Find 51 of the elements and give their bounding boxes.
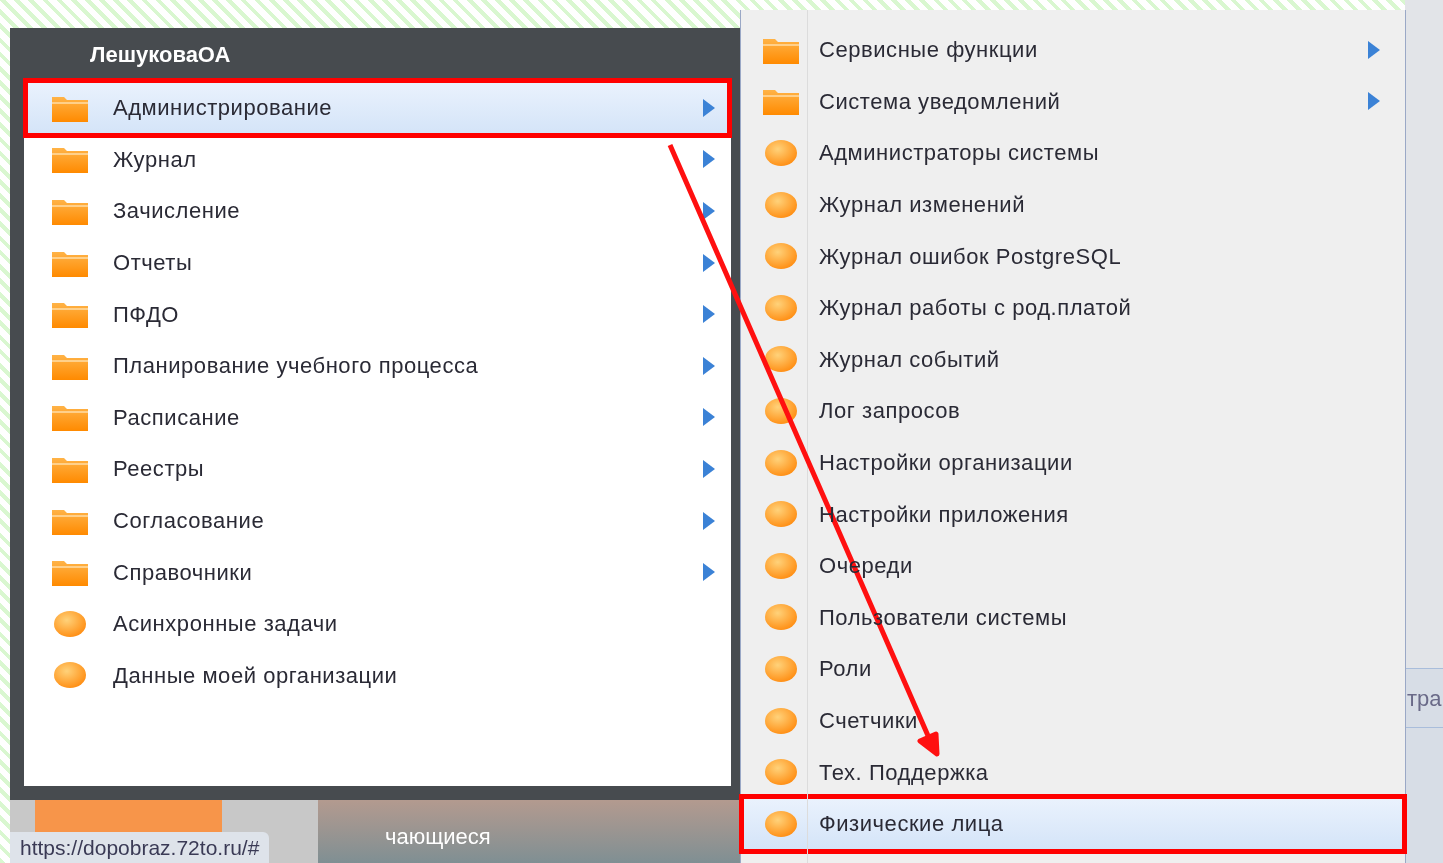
submenu-arrow-icon bbox=[702, 201, 716, 221]
menu-item[interactable]: Согласование bbox=[27, 494, 728, 547]
menu-item[interactable]: Система уведомлений bbox=[743, 75, 1403, 128]
bullet-icon bbox=[764, 189, 798, 220]
submenu-arrow-icon bbox=[702, 510, 716, 531]
submenu-arrow-icon bbox=[702, 304, 716, 325]
menu-item[interactable]: Журнал событий bbox=[743, 333, 1403, 386]
bullet-icon bbox=[764, 757, 798, 788]
menu-item[interactable]: Отчеты bbox=[27, 236, 728, 289]
submenu-arrow-icon bbox=[702, 97, 716, 118]
menu-item[interactable]: Тех. Поддержка bbox=[743, 746, 1403, 798]
submenu-arrow-icon bbox=[1367, 91, 1381, 112]
menu-item[interactable]: Журнал bbox=[27, 133, 728, 186]
menu-item[interactable]: Роли bbox=[743, 643, 1403, 695]
bullet-icon bbox=[764, 653, 798, 684]
submenu-arrow-icon bbox=[702, 149, 716, 170]
menu-item[interactable]: Планирование учебного процесса bbox=[27, 339, 728, 392]
submenu-arrow-icon bbox=[1367, 39, 1381, 60]
submenu-arrow-icon bbox=[702, 252, 716, 273]
submenu-arrow-icon bbox=[702, 407, 716, 428]
bullet-icon bbox=[764, 705, 798, 736]
bullet-icon bbox=[764, 344, 798, 375]
bullet-icon bbox=[53, 608, 87, 639]
bullet-icon bbox=[764, 447, 798, 478]
bullet-icon bbox=[764, 602, 798, 633]
menu-title: ЛешуковаОА bbox=[89, 40, 232, 69]
menu-item[interactable]: Расписание bbox=[27, 391, 728, 444]
bullet-icon bbox=[53, 660, 87, 691]
menu-item[interactable]: Данные моей организации bbox=[27, 649, 728, 702]
menu-item[interactable]: Администраторы системы bbox=[743, 127, 1403, 179]
bullet-icon bbox=[764, 138, 798, 168]
submenu-arrow-icon bbox=[702, 355, 716, 376]
status-url: https://dopobraz.72to.ru/# bbox=[10, 832, 270, 863]
menu-item[interactable]: Журнал работы с род.платой bbox=[743, 281, 1403, 334]
menu-item[interactable]: Асинхронные задачи bbox=[27, 597, 728, 650]
bullet-icon bbox=[764, 499, 798, 530]
bullet-icon bbox=[764, 292, 798, 323]
menu-item[interactable]: Справочники bbox=[27, 546, 728, 598]
submenu-arrow-icon bbox=[702, 562, 716, 583]
menu-item[interactable]: Журнал ошибок PostgreSQL bbox=[743, 230, 1403, 282]
bullet-icon bbox=[764, 808, 798, 839]
menu-item[interactable]: ПФДО bbox=[27, 288, 728, 340]
menu-item[interactable]: Счетчики bbox=[743, 694, 1403, 747]
bullet-icon bbox=[764, 241, 798, 272]
bullet-icon bbox=[764, 550, 798, 581]
menu-item[interactable]: Настройки организации bbox=[743, 436, 1403, 489]
menu-item[interactable]: Зачисление bbox=[27, 185, 728, 237]
menu-item[interactable]: Сервисные функции bbox=[743, 24, 1403, 76]
menu-item[interactable]: Журнал изменений bbox=[743, 178, 1403, 231]
submenu-arrow-icon bbox=[702, 458, 716, 479]
menu-item[interactable]: Реестры bbox=[27, 443, 728, 495]
